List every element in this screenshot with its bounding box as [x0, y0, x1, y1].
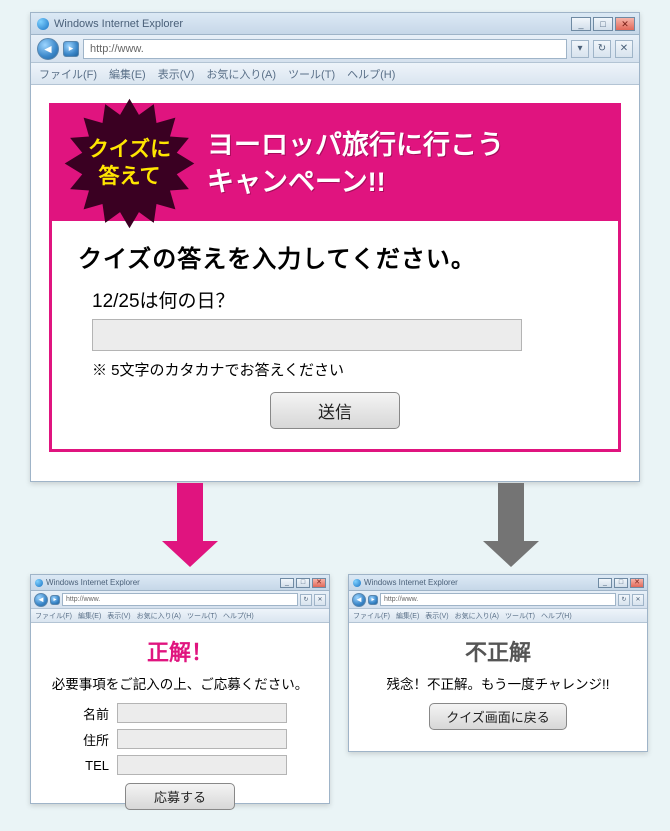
menu-help[interactable]: ヘルプ(H): [347, 66, 395, 82]
ie-icon: [35, 579, 43, 587]
label-address: 住所: [65, 730, 109, 749]
minimize-button[interactable]: _: [598, 578, 612, 588]
close-button[interactable]: ✕: [630, 578, 644, 588]
menu-favorites[interactable]: お気に入り(A): [455, 611, 499, 621]
menu-view[interactable]: 表示(V): [425, 611, 448, 621]
refresh-button[interactable]: ↻: [618, 594, 630, 606]
menu-favorites[interactable]: お気に入り(A): [137, 611, 181, 621]
menu-edit[interactable]: 編集(E): [78, 611, 101, 621]
page-body: クイズに 答えて ヨーロッパ旅行に行こう キャンペーン!! クイズの答えを入力し…: [31, 85, 639, 481]
titlebar: Windows Internet Explorer _ □ ✕: [31, 13, 639, 35]
forward-button[interactable]: ▸: [63, 41, 79, 57]
address-bar: ◄ ▸ http://www. ▾ ↻ ✕: [31, 35, 639, 63]
maximize-button[interactable]: □: [614, 578, 628, 588]
menu-file[interactable]: ファイル(F): [39, 66, 97, 82]
wrong-subtitle: 残念！不正解。もう一度チャレンジ!!: [361, 673, 635, 693]
campaign-title-line2: キャンペーン!!: [207, 164, 504, 200]
menu-help[interactable]: ヘルプ(H): [223, 611, 254, 621]
campaign-header: クイズに 答えて ヨーロッパ旅行に行こう キャンペーン!!: [52, 106, 618, 221]
back-button[interactable]: ◄: [37, 38, 59, 60]
quiz-hint: ※ 5文字のカタカナでお答えください: [92, 359, 592, 380]
menu-tools[interactable]: ツール(T): [505, 611, 535, 621]
arrow-correct: [162, 483, 218, 567]
main-browser-window: Windows Internet Explorer _ □ ✕ ◄ ▸ http…: [30, 12, 640, 482]
menu-edit[interactable]: 編集(E): [396, 611, 419, 621]
minimize-button[interactable]: _: [280, 578, 294, 588]
forward-button[interactable]: ▸: [50, 595, 60, 605]
url-input[interactable]: http://www.: [83, 39, 567, 59]
wrong-title: 不正解: [361, 635, 635, 667]
campaign-title-line1: ヨーロッパ旅行に行こう: [207, 127, 504, 163]
address-input[interactable]: [117, 729, 287, 749]
campaign-panel: クイズに 答えて ヨーロッパ旅行に行こう キャンペーン!! クイズの答えを入力し…: [49, 103, 621, 452]
correct-subtitle: 必要事項をご記入の上、ご応募ください。: [43, 673, 317, 693]
correct-title: 正解！: [43, 635, 317, 667]
close-button[interactable]: ✕: [615, 17, 635, 31]
window-title: Windows Internet Explorer: [54, 18, 183, 30]
url-input[interactable]: http://www.: [380, 593, 616, 606]
back-button[interactable]: ◄: [34, 593, 48, 607]
menu-file[interactable]: ファイル(F): [35, 611, 72, 621]
minimize-button[interactable]: _: [571, 17, 591, 31]
forward-button[interactable]: ▸: [368, 595, 378, 605]
badge-line2: 答えて: [99, 164, 161, 190]
campaign-title: ヨーロッパ旅行に行こう キャンペーン!!: [207, 127, 504, 200]
window-title: Windows Internet Explorer: [46, 578, 140, 587]
name-input[interactable]: [117, 703, 287, 723]
menu-bar: ファイル(F) 編集(E) 表示(V) お気に入り(A) ツール(T) ヘルプ(…: [31, 63, 639, 85]
refresh-button[interactable]: ↻: [593, 40, 611, 58]
quiz-heading: クイズの答えを入力してください。: [78, 239, 592, 274]
titlebar: Windows Internet Explorer _ □ ✕: [349, 575, 647, 591]
badge-line1: クイズに: [88, 137, 171, 163]
arrow-wrong: [483, 483, 539, 567]
menu-bar: ファイル(F) 編集(E) 表示(V) お気に入り(A) ツール(T) ヘルプ(…: [349, 609, 647, 623]
menu-favorites[interactable]: お気に入り(A): [206, 66, 276, 82]
apply-button[interactable]: 応募する: [125, 783, 235, 810]
menu-view[interactable]: 表示(V): [158, 66, 195, 82]
menu-tools[interactable]: ツール(T): [288, 66, 335, 82]
tel-input[interactable]: [117, 755, 287, 775]
titlebar: Windows Internet Explorer _ □ ✕: [31, 575, 329, 591]
menu-help[interactable]: ヘルプ(H): [541, 611, 572, 621]
dropdown-button[interactable]: ▾: [571, 40, 589, 58]
answer-input[interactable]: [92, 319, 522, 351]
label-name: 名前: [65, 704, 109, 723]
correct-page: 正解！ 必要事項をご記入の上、ご応募ください。 名前 住所 TEL 応募する: [31, 623, 329, 803]
correct-browser-window: Windows Internet Explorer _ □ ✕ ◄ ▸ http…: [30, 574, 330, 804]
menu-file[interactable]: ファイル(F): [353, 611, 390, 621]
back-to-quiz-button[interactable]: クイズ画面に戻る: [429, 703, 567, 730]
ie-icon: [353, 579, 361, 587]
starburst-badge: クイズに 答えて: [62, 96, 197, 231]
submit-button[interactable]: 送信: [270, 392, 400, 429]
maximize-button[interactable]: □: [296, 578, 310, 588]
maximize-button[interactable]: □: [593, 17, 613, 31]
label-tel: TEL: [65, 758, 109, 773]
stop-button[interactable]: ✕: [314, 594, 326, 606]
menu-tools[interactable]: ツール(T): [187, 611, 217, 621]
address-bar: ◄ ▸ http://www. ↻ ✕: [349, 591, 647, 609]
wrong-page: 不正解 残念！不正解。もう一度チャレンジ!! クイズ画面に戻る: [349, 623, 647, 751]
window-title: Windows Internet Explorer: [364, 578, 458, 587]
url-input[interactable]: http://www.: [62, 593, 298, 606]
address-bar: ◄ ▸ http://www. ↻ ✕: [31, 591, 329, 609]
stop-button[interactable]: ✕: [615, 40, 633, 58]
close-button[interactable]: ✕: [312, 578, 326, 588]
quiz-body: クイズの答えを入力してください。 12/25は何の日？ ※ 5文字のカタカナでお…: [52, 221, 618, 449]
back-button[interactable]: ◄: [352, 593, 366, 607]
wrong-browser-window: Windows Internet Explorer _ □ ✕ ◄ ▸ http…: [348, 574, 648, 752]
refresh-button[interactable]: ↻: [300, 594, 312, 606]
menu-bar: ファイル(F) 編集(E) 表示(V) お気に入り(A) ツール(T) ヘルプ(…: [31, 609, 329, 623]
stop-button[interactable]: ✕: [632, 594, 644, 606]
menu-edit[interactable]: 編集(E): [109, 66, 146, 82]
quiz-question: 12/25は何の日？: [92, 286, 592, 313]
ie-icon: [37, 18, 49, 30]
menu-view[interactable]: 表示(V): [107, 611, 130, 621]
